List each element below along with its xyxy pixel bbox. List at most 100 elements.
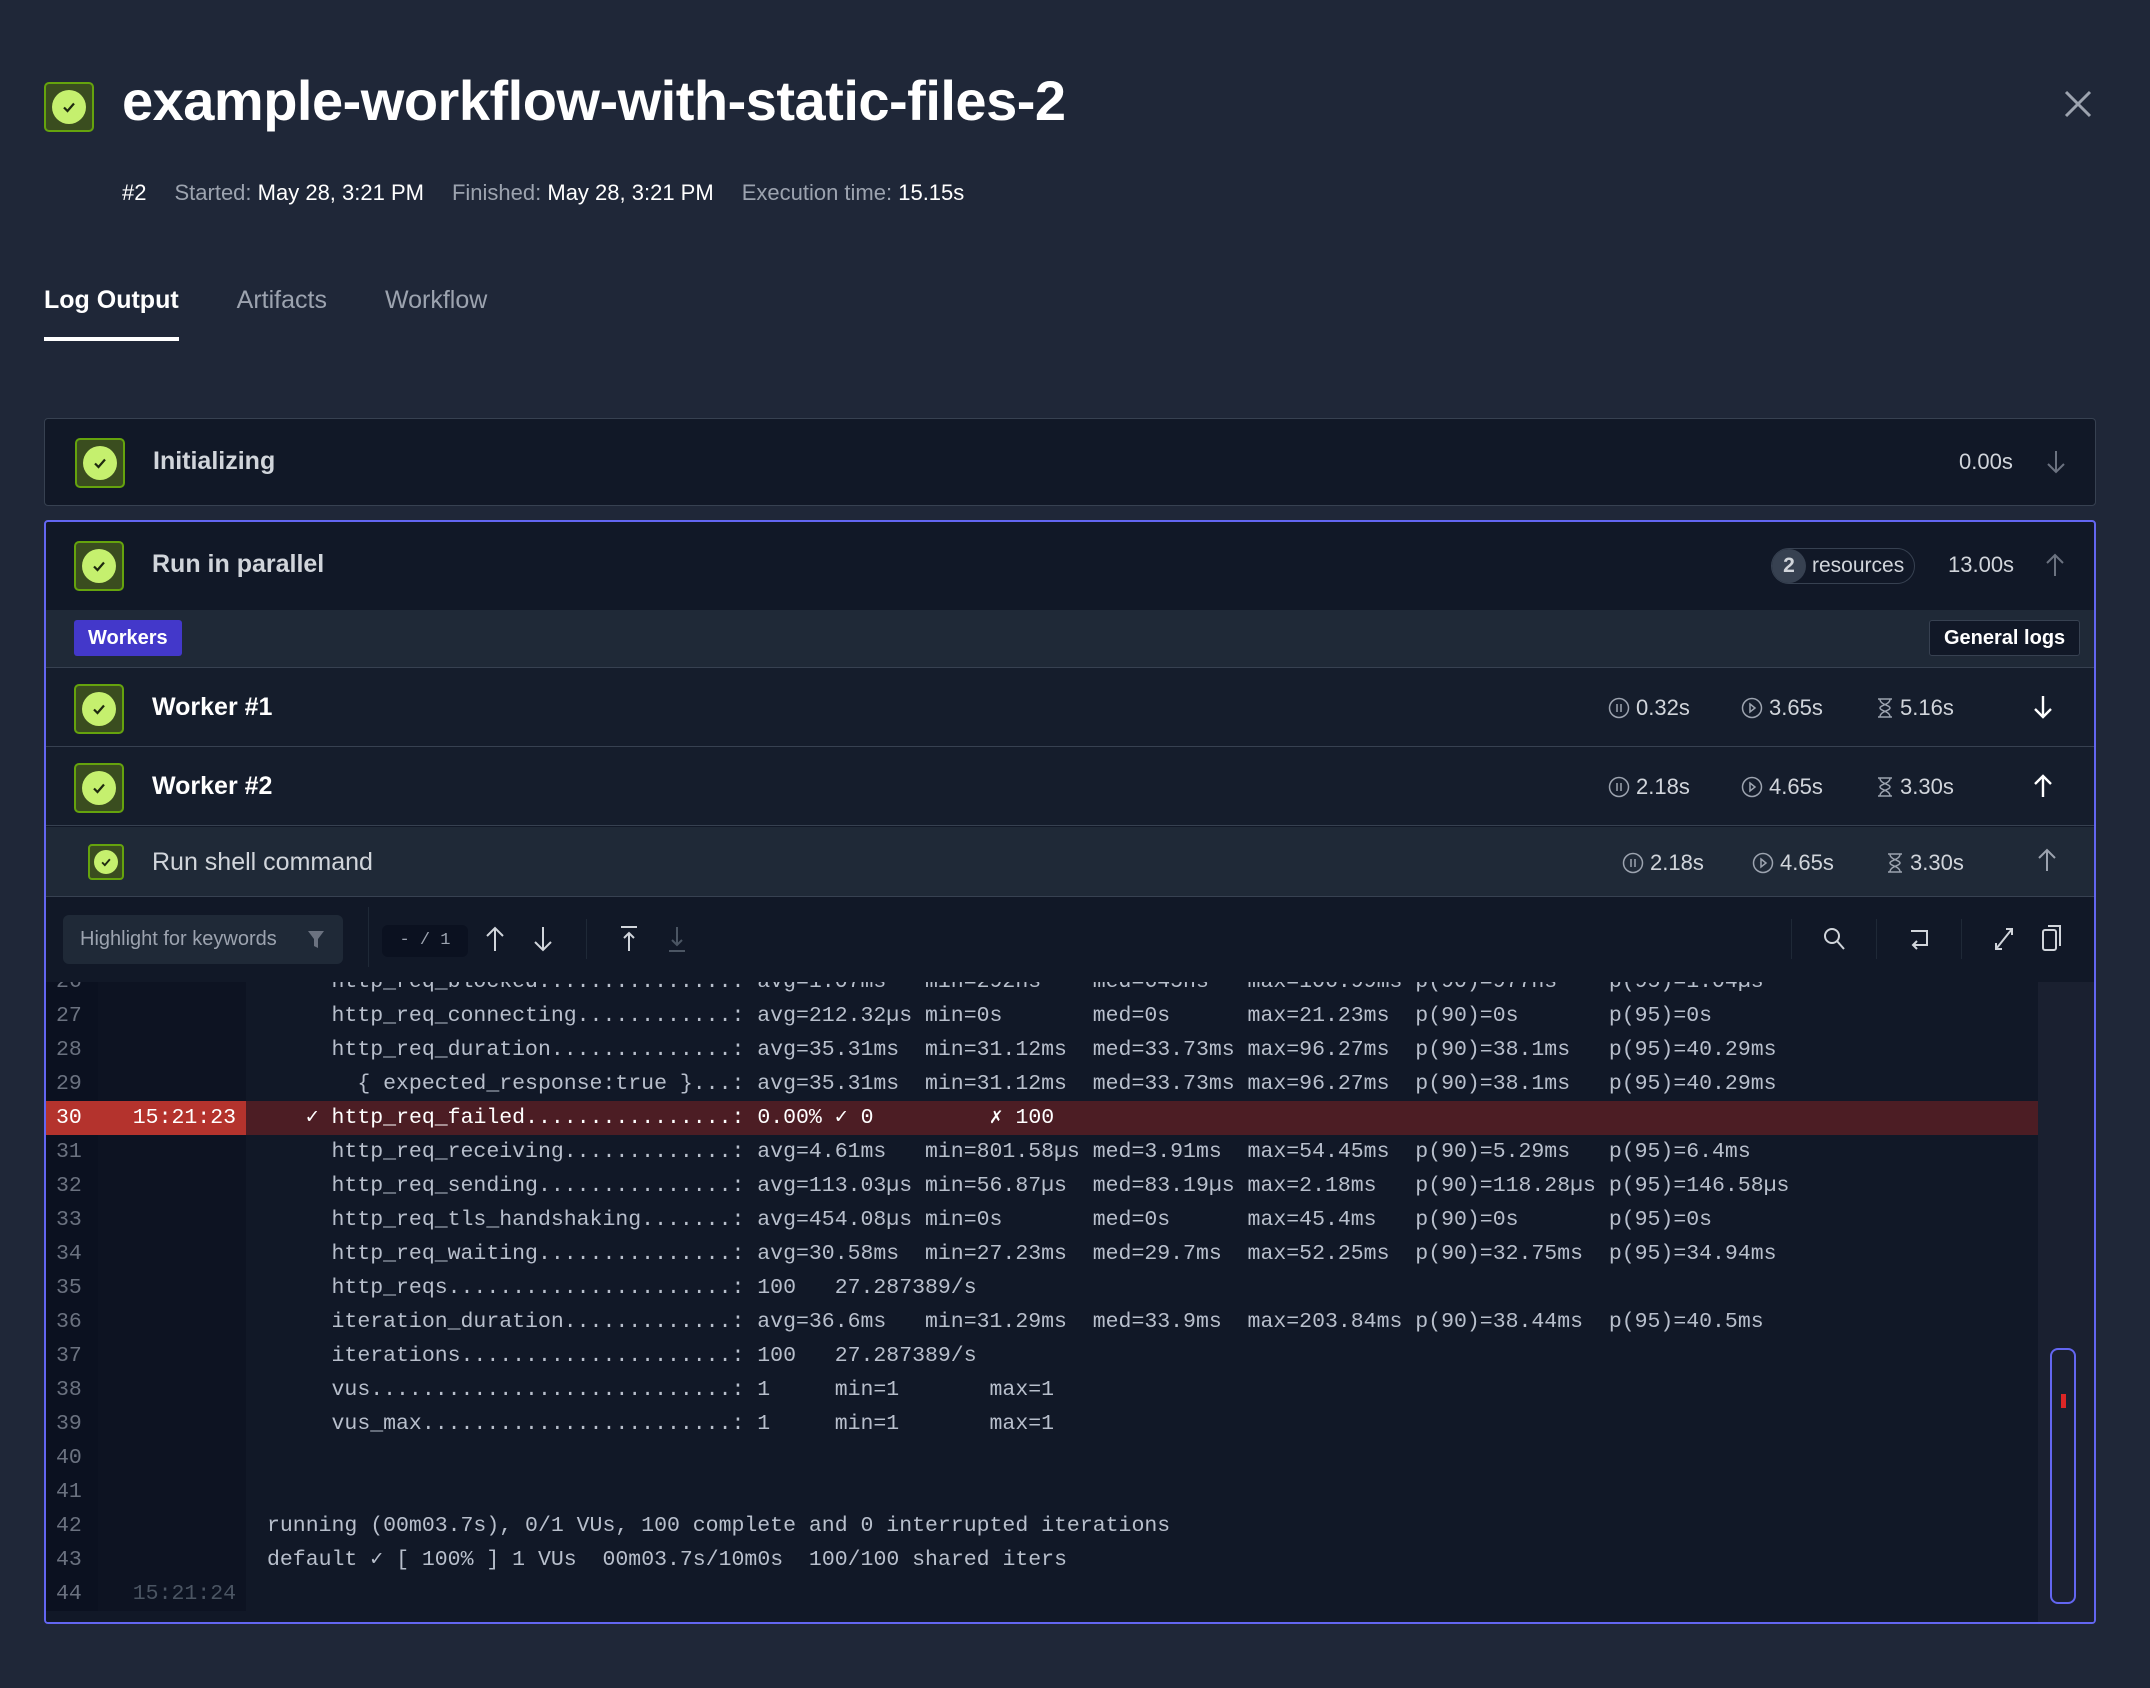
arrow-down-icon[interactable] bbox=[2045, 449, 2067, 475]
line-text: http_req_waiting...............: avg=30.… bbox=[267, 1242, 1777, 1266]
line-timestamp bbox=[98, 1305, 246, 1339]
highlight-keywords-input[interactable]: Highlight for keywords bbox=[63, 915, 343, 964]
line-number: 41 bbox=[46, 1475, 98, 1509]
copy-icon[interactable] bbox=[2040, 923, 2064, 953]
line-text: http_req_blocked...............: avg=1.0… bbox=[267, 982, 1764, 994]
running-value: 4.65s bbox=[1769, 774, 1823, 799]
scrollbar-thumb[interactable] bbox=[2050, 1348, 2076, 1604]
status-success-icon bbox=[75, 438, 125, 488]
line-number: 36 bbox=[46, 1305, 98, 1339]
running-time: 3.65s bbox=[1741, 695, 1823, 721]
line-text bbox=[246, 1475, 267, 1509]
line-timestamp bbox=[98, 1509, 246, 1543]
line-number: 42 bbox=[46, 1509, 98, 1543]
step-name: Run in parallel bbox=[152, 550, 325, 578]
collapse-arrow-up-icon[interactable] bbox=[2032, 773, 2054, 799]
pause-icon bbox=[1608, 697, 1630, 719]
play-icon bbox=[1741, 776, 1763, 798]
log-line: 39 vus_max........................: 1 mi… bbox=[46, 1407, 2038, 1441]
status-success-icon bbox=[44, 82, 94, 132]
line-text: running (00m03.7s), 0/1 VUs, 100 complet… bbox=[267, 1514, 1171, 1538]
running-time: 4.65s bbox=[1741, 774, 1823, 800]
match-pager[interactable]: - / 1 bbox=[382, 925, 468, 957]
log-line: 31 http_req_receiving.............: avg=… bbox=[46, 1135, 2038, 1169]
log-line: 42 running (00m03.7s), 0/1 VUs, 100 compl… bbox=[46, 1509, 2038, 1543]
scroll-to-bottom-icon[interactable] bbox=[666, 925, 688, 953]
line-timestamp: 15:21:23 bbox=[98, 1101, 246, 1135]
worker-row[interactable]: Worker #2 2.18s 4.65s 3.30s bbox=[46, 747, 2094, 826]
divider bbox=[586, 919, 587, 959]
step-run-shell-command[interactable]: Run shell command 2.18s 4.65s 3.30s bbox=[46, 827, 2094, 897]
scroll-to-top-icon[interactable] bbox=[618, 925, 640, 953]
total-value: 5.16s bbox=[1900, 695, 1954, 720]
step-initializing[interactable]: Initializing 0.00s bbox=[44, 418, 2096, 506]
scrollbar-track[interactable] bbox=[2038, 982, 2094, 1622]
expand-arrow-down-icon[interactable] bbox=[2032, 694, 2054, 720]
next-match-icon[interactable] bbox=[532, 925, 554, 953]
log-line: 36 iteration_duration.............: avg=… bbox=[46, 1305, 2038, 1339]
arrow-up-icon[interactable] bbox=[2044, 552, 2066, 578]
step-run-in-parallel: Run in parallel 2 resources 13.00s Worke… bbox=[44, 520, 2096, 1624]
running-time: 4.65s bbox=[1752, 850, 1834, 876]
line-text: default ✓ [ 100% ] 1 VUs 00m03.7s/10m0s … bbox=[267, 1548, 1067, 1572]
line-timestamp bbox=[98, 982, 246, 999]
log-line: 33 http_req_tls_handshaking.......: avg=… bbox=[46, 1203, 2038, 1237]
tab-workflow[interactable]: Workflow bbox=[385, 286, 487, 341]
line-timestamp bbox=[98, 1543, 246, 1577]
line-text: http_req_sending...............: avg=113… bbox=[267, 1174, 1790, 1198]
line-text: iteration_duration.............: avg=36.… bbox=[267, 1310, 1764, 1334]
divider bbox=[1961, 919, 1962, 959]
line-timestamp bbox=[98, 1067, 246, 1101]
close-button[interactable] bbox=[2062, 88, 2094, 125]
close-icon[interactable] bbox=[2062, 88, 2094, 120]
tab-log-output[interactable]: Log Output bbox=[44, 286, 179, 341]
hourglass-icon bbox=[1878, 698, 1892, 718]
resources-count: 2 bbox=[1772, 549, 1806, 583]
workers-tag[interactable]: Workers bbox=[74, 620, 182, 656]
filter-icon[interactable] bbox=[307, 930, 325, 950]
step-duration: 13.00s bbox=[1948, 552, 2015, 577]
divider bbox=[1791, 919, 1792, 959]
total-time: 5.16s bbox=[1876, 695, 1954, 721]
line-timestamp bbox=[98, 1033, 246, 1067]
line-text: iterations.....................: 100 27.… bbox=[267, 1344, 977, 1368]
play-icon bbox=[1752, 852, 1774, 874]
page-title: example-workflow-with-static-files-2 bbox=[122, 69, 1066, 132]
line-number: 26 bbox=[46, 982, 98, 999]
finished-label: Finished: bbox=[451, 180, 542, 205]
previous-match-icon[interactable] bbox=[484, 925, 506, 953]
line-number: 32 bbox=[46, 1169, 98, 1203]
log-line: 27 http_req_connecting............: avg=… bbox=[46, 999, 2038, 1033]
worker-name: Worker #1 bbox=[152, 693, 273, 721]
arrow-up-icon[interactable] bbox=[2036, 847, 2058, 873]
line-text: http_req_receiving.............: avg=4.6… bbox=[267, 1140, 1751, 1164]
paused-value: 2.18s bbox=[1650, 850, 1704, 875]
tab-artifacts[interactable]: Artifacts bbox=[237, 286, 327, 341]
line-number: 31 bbox=[46, 1135, 98, 1169]
general-logs-button[interactable]: General logs bbox=[1929, 620, 2081, 656]
log-line: 44 15:21:24 bbox=[46, 1577, 2038, 1611]
search-icon[interactable] bbox=[1822, 925, 1848, 953]
total-time: 3.30s bbox=[1886, 850, 1964, 876]
worker-row[interactable]: Worker #1 0.32s 3.65s 5.16s bbox=[46, 668, 2094, 747]
line-timestamp bbox=[98, 1135, 246, 1169]
fullscreen-icon[interactable] bbox=[1992, 925, 2016, 953]
line-number: 27 bbox=[46, 999, 98, 1033]
log-line: 43 default ✓ [ 100% ] 1 VUs 00m03.7s/10m0… bbox=[46, 1543, 2038, 1577]
parallel-header[interactable]: Run in parallel 2 resources 13.00s bbox=[46, 522, 2094, 610]
status-success-icon bbox=[88, 844, 124, 880]
divider bbox=[368, 907, 369, 967]
tab-bar: Log Output Artifacts Workflow bbox=[44, 286, 487, 341]
pause-icon bbox=[1608, 776, 1630, 798]
log-line: 37 iterations.....................: 100 … bbox=[46, 1339, 2038, 1373]
paused-value: 2.18s bbox=[1636, 774, 1690, 799]
line-text: http_req_connecting............: avg=212… bbox=[267, 1004, 1713, 1028]
line-timestamp bbox=[98, 1339, 246, 1373]
running-value: 3.65s bbox=[1769, 695, 1823, 720]
line-text: ✓ http_req_failed................: 0.00%… bbox=[267, 1106, 1055, 1130]
total-time: 3.30s bbox=[1876, 774, 1954, 800]
status-success-icon bbox=[74, 763, 124, 813]
line-number: 44 bbox=[46, 1577, 98, 1611]
log-line: 29 { expected_response:true }...: avg=35… bbox=[46, 1067, 2038, 1101]
wrap-lines-icon[interactable] bbox=[1908, 925, 1932, 953]
